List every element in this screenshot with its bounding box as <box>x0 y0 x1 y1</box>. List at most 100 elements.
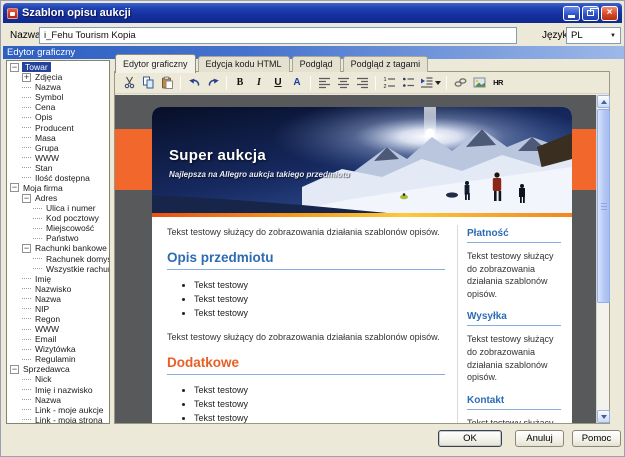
collapse-icon[interactable]: − <box>10 62 19 72</box>
tree-item[interactable]: Miejscowość <box>7 223 109 233</box>
tree-item-zdjecia[interactable]: + Zdjęcia <box>7 72 109 82</box>
scroll-up-button[interactable] <box>597 95 610 108</box>
insert-hr-button[interactable]: HR <box>489 74 507 92</box>
tree-item[interactable]: Ilość dostępna <box>7 173 109 183</box>
tree-item[interactable]: WWW <box>7 153 109 163</box>
language-value: PL <box>571 30 583 41</box>
bullet-list: Tekst testowy Tekst testowy Tekst testow… <box>194 384 445 423</box>
tree-item[interactable]: Opis <box>7 112 109 122</box>
tree-item[interactable]: Producent <box>7 122 109 133</box>
hero-title: Super aukcja <box>169 147 266 164</box>
cut-button[interactable] <box>120 74 138 92</box>
tree-item[interactable]: WWW <box>7 324 109 334</box>
tree-item-label: Rachunek domyślny <box>46 253 109 264</box>
copy-button[interactable] <box>139 74 157 92</box>
tree-item-label: Ilość dostępna <box>35 172 90 183</box>
tree-item[interactable]: Wszystkie rachunki <box>7 264 109 274</box>
tree-item[interactable]: Link - moja strona <box>7 415 109 423</box>
collapse-icon[interactable]: − <box>22 243 31 253</box>
tree-item-label: Grupa <box>35 142 59 153</box>
tree-item[interactable]: Imię i nazwisko <box>7 385 109 395</box>
language-select[interactable]: PL ▼ <box>566 27 621 44</box>
tree-item-adres[interactable]: − Adres <box>7 193 109 203</box>
bullet-item: Tekst testowy <box>194 293 445 306</box>
tree-item[interactable]: Nazwa <box>7 294 109 304</box>
tree-item[interactable]: Rachunek domyślny <box>7 253 109 264</box>
collapse-icon[interactable]: − <box>10 183 19 193</box>
tree-connector <box>22 147 31 149</box>
tree-item[interactable]: Regon <box>7 314 109 324</box>
expand-icon[interactable]: + <box>22 72 31 82</box>
italic-button[interactable]: I <box>250 74 268 92</box>
align-center-icon <box>337 77 349 89</box>
insert-image-button[interactable] <box>470 74 488 92</box>
tree-item[interactable]: NIP <box>7 304 109 314</box>
tree-item-label: NIP <box>35 303 50 314</box>
tree-item-label: Adres <box>35 193 58 204</box>
unordered-list-button[interactable] <box>399 74 417 92</box>
align-center-button[interactable] <box>334 74 352 92</box>
bold-button[interactable]: B <box>231 74 249 92</box>
tree-item-label: Link - moje aukcje <box>35 404 104 415</box>
tree-item[interactable]: Nazwisko <box>7 284 109 294</box>
help-button[interactable]: Pomoc <box>572 430 621 447</box>
underline-button[interactable]: U <box>269 74 287 92</box>
chevron-down-icon: ▼ <box>610 32 616 39</box>
tree-item[interactable]: Wizytówka <box>7 344 109 354</box>
font-color-button[interactable]: A <box>288 74 306 92</box>
bullet-item: Tekst testowy <box>194 384 445 397</box>
tree-item[interactable]: Email <box>7 334 109 344</box>
tree-item[interactable]: Symbol <box>7 92 109 102</box>
tab-podglad-z-tagami[interactable]: Podgląd z tagami <box>342 56 429 72</box>
tree-item[interactable]: Państwo <box>7 233 109 243</box>
redo-button[interactable] <box>204 74 222 92</box>
insert-link-button[interactable] <box>451 74 469 92</box>
tree-item-towar[interactable]: − Towar <box>7 62 109 73</box>
tree-item-sprzedawca[interactable]: − Sprzedawca <box>7 364 109 374</box>
cancel-button[interactable]: Anuluj <box>515 430 564 447</box>
tree-item[interactable]: Nazwa <box>7 82 109 92</box>
template-page: Super aukcja Najlepsza na Allegro aukcja… <box>152 107 572 423</box>
tree-item-moja-firma[interactable]: − Moja firma <box>7 183 109 193</box>
hero-subtitle: Najlepsza na Allegro aukcja takiego prze… <box>169 170 350 179</box>
tree-connector <box>22 157 31 159</box>
vertical-scrollbar[interactable] <box>596 95 610 423</box>
tab-podglad[interactable]: Podgląd <box>291 56 341 72</box>
tree-item[interactable]: Stan <box>7 163 109 173</box>
tree-item[interactable]: Kod pocztowy <box>7 213 109 223</box>
tab-edytor-graficzny[interactable]: Edytor graficzny <box>115 54 196 73</box>
bullet-item: Tekst testowy <box>194 412 445 423</box>
tree-item[interactable]: Cena <box>7 102 109 112</box>
tree-item-rachunki[interactable]: − Rachunki bankowe <box>7 243 109 253</box>
indent-button[interactable] <box>418 74 442 92</box>
tree-item[interactable]: Nick <box>7 374 109 384</box>
tree-item[interactable]: Link - moje aukcje <box>7 405 109 415</box>
name-input[interactable] <box>39 27 517 44</box>
ordered-list-button[interactable]: 12 <box>380 74 398 92</box>
minimize-button[interactable] <box>563 5 580 21</box>
toolbar-separator <box>226 75 227 90</box>
tree-connector <box>33 268 42 270</box>
close-button[interactable]: × <box>601 5 618 21</box>
tab-edycja-kodu-html[interactable]: Edycja kodu HTML <box>197 56 290 72</box>
toolbar-separator <box>446 75 447 90</box>
tree-item[interactable]: Regulamin <box>7 354 109 364</box>
tree-item[interactable]: Nazwa <box>7 395 109 405</box>
main-column: Tekst testowy służący do zobrazowania dz… <box>167 225 457 423</box>
restore-button[interactable] <box>582 5 599 21</box>
tree-item[interactable]: Ulica i numer <box>7 203 109 213</box>
editor-canvas[interactable]: Super aukcja Najlepsza na Allegro aukcja… <box>115 95 596 423</box>
undo-icon <box>188 78 199 86</box>
tree-item[interactable]: Masa <box>7 133 109 143</box>
collapse-icon[interactable]: − <box>22 193 31 203</box>
align-right-button[interactable] <box>353 74 371 92</box>
tree-item[interactable]: Imię <box>7 274 109 284</box>
tree-item[interactable]: Grupa <box>7 143 109 153</box>
undo-button[interactable] <box>185 74 203 92</box>
align-left-button[interactable] <box>315 74 333 92</box>
scroll-down-button[interactable] <box>597 410 610 423</box>
ok-button[interactable]: OK <box>438 430 502 447</box>
paste-button[interactable] <box>158 74 176 92</box>
scrollbar-thumb[interactable] <box>597 109 610 303</box>
collapse-icon[interactable]: − <box>10 364 19 374</box>
